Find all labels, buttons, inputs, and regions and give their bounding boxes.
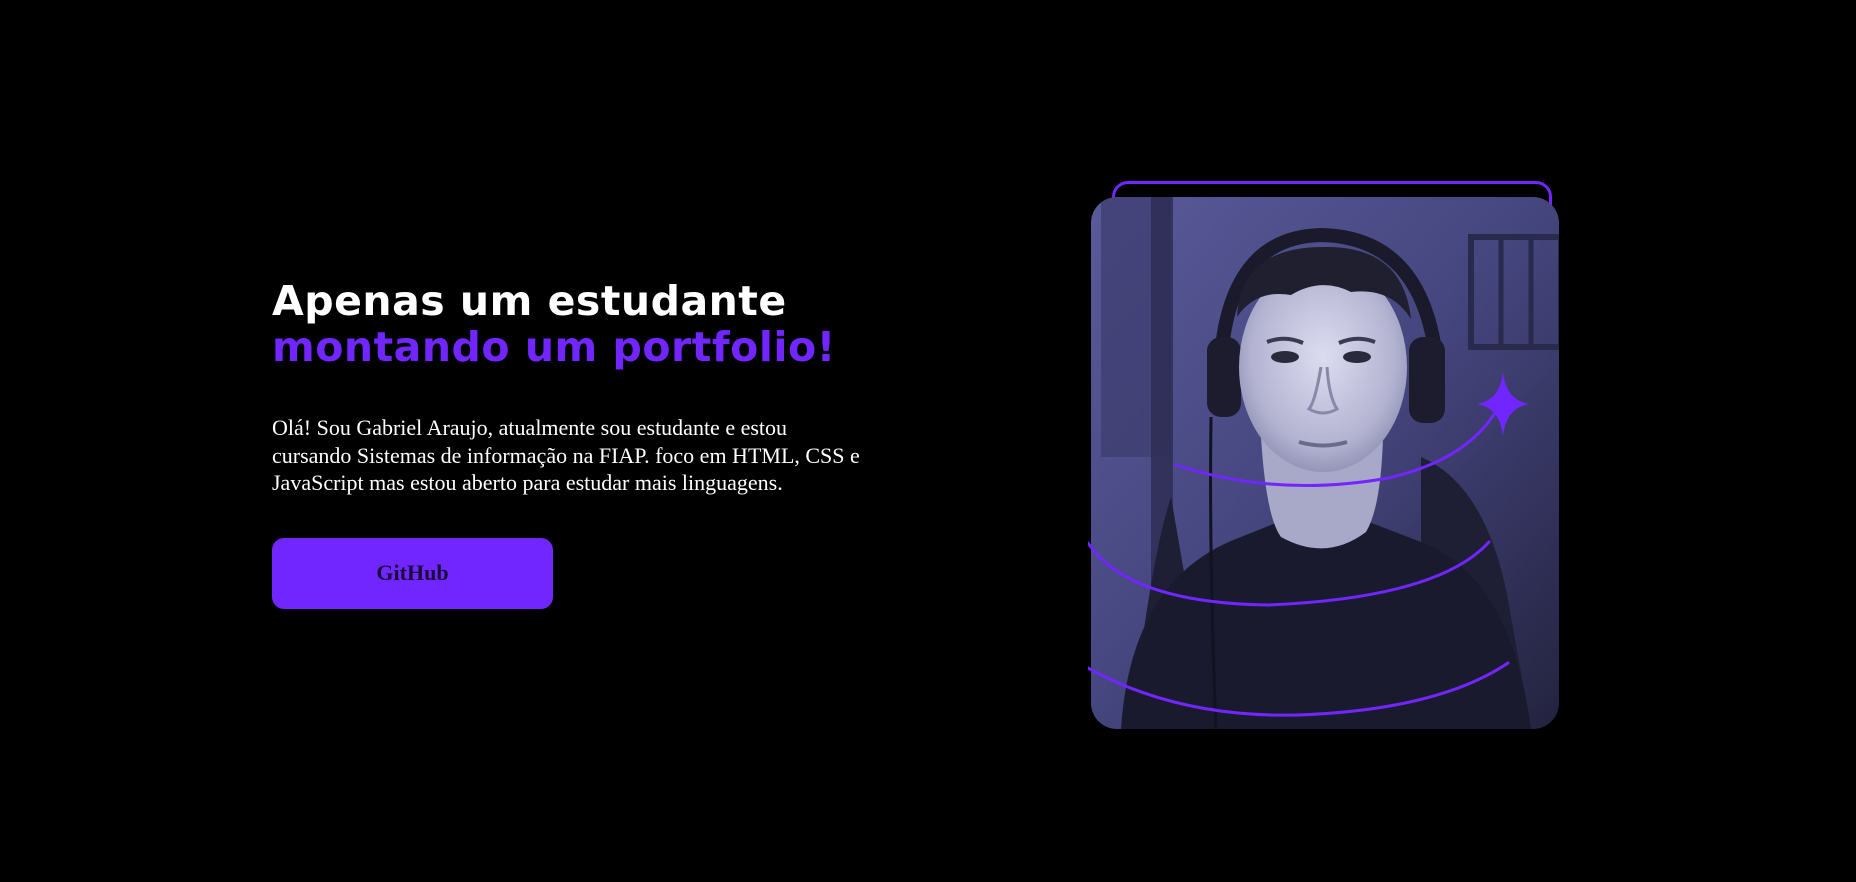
profile-photo: [1091, 197, 1559, 729]
headline-line-accent: montando um portfolio!: [272, 323, 836, 371]
hero-bio: Olá! Sou Gabriel Araujo, atualmente sou …: [272, 415, 860, 495]
hero-headline: Apenas um estudante montando um portfoli…: [272, 278, 872, 370]
hero-intro: Apenas um estudante montando um portfoli…: [272, 278, 872, 609]
github-button[interactable]: GitHub: [272, 537, 553, 609]
headline-line-white: Apenas um estudante: [272, 277, 787, 325]
profile-photo-area: [1088, 178, 1578, 733]
page: Apenas um estudante montando um portfoli…: [0, 0, 1856, 882]
